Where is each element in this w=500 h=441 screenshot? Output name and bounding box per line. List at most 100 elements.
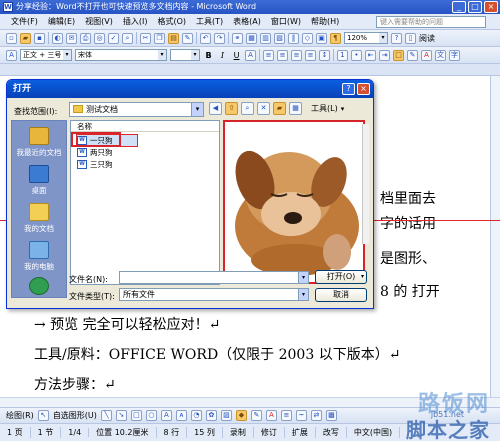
menu-help[interactable]: 帮助(H)	[306, 14, 344, 29]
diagram-icon[interactable]: ◔	[190, 410, 202, 421]
place-desktop[interactable]: 桌面	[12, 165, 66, 196]
word-app-icon[interactable]: W	[3, 2, 13, 12]
menu-edit[interactable]: 编辑(E)	[43, 14, 80, 29]
fill-color-icon[interactable]: ◆	[235, 410, 247, 421]
hyperlink-icon[interactable]: ⚭	[232, 32, 243, 44]
menu-format[interactable]: 格式(O)	[152, 14, 191, 29]
dialog-close-button[interactable]: ×	[357, 83, 370, 95]
name-column-header[interactable]: 名称	[71, 121, 219, 132]
menu-table[interactable]: 表格(A)	[228, 14, 266, 29]
font-size-select[interactable]: ▾	[170, 49, 200, 61]
font-color-icon[interactable]: A	[421, 49, 432, 61]
menu-insert[interactable]: 插入(I)	[118, 14, 153, 29]
draw-menu-button[interactable]: 绘图(R)	[6, 410, 34, 421]
textbox-icon[interactable]: A	[160, 410, 172, 421]
rectangle-icon[interactable]: □	[130, 410, 142, 421]
dash-style-icon[interactable]: ┅	[295, 410, 307, 421]
status-extend[interactable]: 扩展	[285, 427, 316, 438]
horizontal-ruler[interactable]	[0, 64, 500, 76]
maximize-button[interactable]: □	[468, 1, 482, 13]
shadow-icon[interactable]: ▩	[325, 410, 337, 421]
help-search-input[interactable]: 键入需要帮助的问题	[376, 16, 486, 28]
justify-icon[interactable]: ≡	[305, 49, 316, 61]
redo-icon[interactable]: ↷	[214, 32, 225, 44]
open-folder-icon[interactable]: ▰	[20, 32, 31, 44]
print-preview-icon[interactable]: ◎	[94, 32, 105, 44]
bold-button[interactable]: B	[203, 51, 214, 60]
tools-menu-button[interactable]: 工具(L)	[311, 103, 338, 114]
look-in-select[interactable]: 测试文档 ▾	[69, 102, 204, 117]
back-icon[interactable]: ◀	[209, 102, 222, 115]
insert-table-icon[interactable]: ▥	[260, 32, 271, 44]
undo-icon[interactable]: ↶	[200, 32, 211, 44]
select-objects-icon[interactable]: ↖	[37, 410, 49, 421]
new-document-icon[interactable]: ▫	[6, 32, 17, 44]
line-spacing-icon[interactable]: ↕	[319, 49, 330, 61]
status-overtype[interactable]: 改写	[316, 427, 347, 438]
menu-view[interactable]: 视图(V)	[80, 14, 118, 29]
list-item[interactable]: W 三只狗	[77, 159, 137, 170]
document-map-icon[interactable]: ▣	[316, 32, 327, 44]
search-web-icon[interactable]: ⌕	[241, 102, 254, 115]
spelling-icon[interactable]: ✓	[108, 32, 119, 44]
oval-icon[interactable]: ○	[145, 410, 157, 421]
arrow-style-icon[interactable]: ⇄	[310, 410, 322, 421]
font-select[interactable]: 宋体 ▾	[75, 49, 167, 61]
open-button[interactable]: 打开(O) ▾	[315, 270, 367, 284]
line-color-icon[interactable]: ✎	[250, 410, 262, 421]
char-border-icon[interactable]: A	[245, 49, 256, 61]
line-style-icon[interactable]: ≡	[280, 410, 292, 421]
drawing-icon[interactable]: ◇	[302, 32, 313, 44]
read-mode-icon[interactable]: ▯	[405, 32, 416, 44]
line-icon[interactable]: ╲	[100, 410, 112, 421]
up-folder-icon[interactable]: ⇧	[225, 102, 238, 115]
phonetic-guide-icon[interactable]: 文	[435, 49, 446, 61]
enclose-char-icon[interactable]: 字	[449, 49, 460, 61]
list-item[interactable]: W 两只狗	[77, 147, 137, 158]
place-network[interactable]	[12, 277, 66, 297]
filename-input[interactable]: ▾	[119, 271, 309, 284]
underline-button[interactable]: U	[231, 51, 242, 60]
styles-pane-icon[interactable]: A	[6, 49, 17, 61]
align-left-icon[interactable]: ≡	[263, 49, 274, 61]
cut-icon[interactable]: ✂	[140, 32, 151, 44]
read-button[interactable]: 阅读	[419, 33, 435, 44]
align-right-icon[interactable]: ≡	[291, 49, 302, 61]
highlight-icon[interactable]: ✎	[407, 49, 418, 61]
decrease-indent-icon[interactable]: ⇤	[365, 49, 376, 61]
menu-window[interactable]: 窗口(W)	[266, 14, 306, 29]
cancel-button[interactable]: 取消	[315, 288, 367, 302]
views-icon[interactable]: ▦	[289, 102, 302, 115]
save-icon[interactable]: ▪	[34, 32, 45, 44]
numbering-icon[interactable]: 1	[337, 49, 348, 61]
dialog-help-button[interactable]: ?	[342, 83, 355, 95]
font-color-icon[interactable]: A	[265, 410, 277, 421]
vertical-scrollbar[interactable]	[490, 76, 500, 397]
format-painter-icon[interactable]: ✎	[182, 32, 193, 44]
clipart-icon[interactable]: ✿	[205, 410, 217, 421]
new-folder-icon[interactable]: ▰	[273, 102, 286, 115]
permission-icon[interactable]: ◐	[52, 32, 63, 44]
align-center-icon[interactable]: ≡	[277, 49, 288, 61]
wordart-icon[interactable]: ᴀ	[175, 410, 187, 421]
paste-icon[interactable]: ▤	[168, 32, 179, 44]
arrow-icon[interactable]: ➘	[115, 410, 127, 421]
research-icon[interactable]: ⌕	[122, 32, 133, 44]
columns-icon[interactable]: ‖	[288, 32, 299, 44]
email-icon[interactable]: ✉	[66, 32, 77, 44]
status-record[interactable]: 录制	[223, 427, 254, 438]
place-my-documents[interactable]: 我的文档	[12, 203, 66, 234]
increase-indent-icon[interactable]: ⇥	[379, 49, 390, 61]
autoshapes-button[interactable]: 自选图形(U)	[53, 410, 97, 421]
style-select[interactable]: 正文 + 三号 ▾	[20, 49, 72, 61]
outside-border-icon[interactable]: □	[393, 49, 404, 61]
filetype-select[interactable]: 所有文件 ▾	[119, 288, 309, 301]
insert-excel-icon[interactable]: ▧	[274, 32, 285, 44]
show-hide-icon[interactable]: ¶	[330, 32, 341, 44]
tables-borders-icon[interactable]: ▦	[246, 32, 257, 44]
copy-icon[interactable]: ❐	[154, 32, 165, 44]
place-my-computer[interactable]: 我的电脑	[12, 241, 66, 272]
picture-icon[interactable]: ▨	[220, 410, 232, 421]
help-icon[interactable]: ?	[391, 32, 402, 44]
close-button[interactable]: ×	[484, 1, 498, 13]
